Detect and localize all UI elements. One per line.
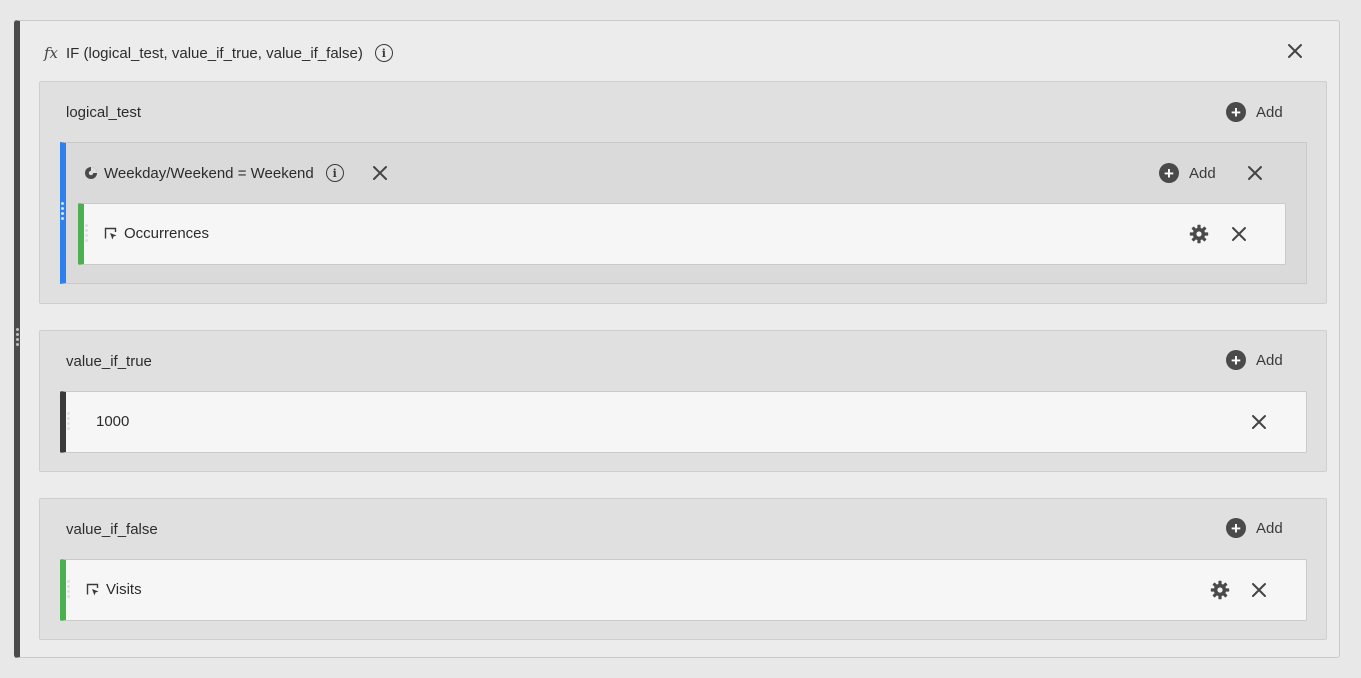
metric-drag-handle[interactable] [85, 224, 88, 242]
remove-segment-close-icon[interactable] [371, 164, 389, 182]
remove-function-close-icon[interactable] [1286, 42, 1304, 60]
add-button-value-if-false[interactable]: + Add [1226, 518, 1283, 538]
plus-circle-icon: + [1159, 163, 1179, 183]
add-button-segment[interactable]: + Add [1159, 163, 1216, 183]
info-icon[interactable]: i [374, 44, 393, 62]
metric-icon [104, 227, 117, 239]
add-button-logical-test[interactable]: + Add [1226, 102, 1283, 122]
segment-drag-handle[interactable] [61, 202, 64, 220]
arg-value-if-true: value_if_true + Add 1000 [39, 330, 1327, 472]
static-number-item[interactable]: 1000 [60, 391, 1307, 453]
segment-icon [85, 167, 97, 179]
gear-icon[interactable] [1210, 580, 1230, 600]
fx-icon: fx [44, 44, 59, 62]
static-number-value: 1000 [96, 413, 130, 430]
segment-info-icon[interactable]: i [325, 164, 344, 182]
arg-value-if-false: value_if_false + Add Visits [39, 498, 1327, 640]
metric-label: Visits [106, 581, 142, 598]
function-card: fx IF (logical_test, value_if_true, valu… [14, 20, 1340, 658]
segment-title: Weekday/Weekend = Weekend i [84, 164, 344, 182]
remove-metric-close-icon[interactable] [1230, 225, 1248, 243]
arg-label-value-if-true: value_if_true [66, 353, 152, 370]
gear-icon[interactable] [1189, 224, 1209, 244]
function-signature: IF (logical_test, value_if_true, value_i… [66, 44, 363, 62]
arg-logical-test: logical_test + Add Weekday/Weekend = Wee… [39, 81, 1327, 304]
metric-item-occurrences[interactable]: Occurrences [78, 203, 1286, 265]
arg-label-value-if-false: value_if_false [66, 521, 158, 538]
function-header: fx IF (logical_test, value_if_true, valu… [44, 41, 393, 65]
static-drag-handle[interactable] [67, 412, 70, 430]
metric-title: Occurrences [104, 225, 209, 242]
metric-title: Visits [86, 581, 142, 598]
segment-container: Weekday/Weekend = Weekend i + Add Occurr… [60, 142, 1307, 284]
arg-label-logical-test: logical_test [66, 104, 142, 121]
segment-label: Weekday/Weekend = Weekend [104, 164, 314, 182]
plus-circle-icon: + [1226, 518, 1246, 538]
remove-segment-right-close-icon[interactable] [1246, 164, 1264, 182]
metric-drag-handle[interactable] [67, 580, 70, 598]
remove-static-close-icon[interactable] [1250, 413, 1268, 431]
add-button-value-if-true[interactable]: + Add [1226, 350, 1283, 370]
metric-item-visits[interactable]: Visits [60, 559, 1307, 621]
metric-icon [86, 583, 99, 595]
function-drag-handle[interactable] [16, 328, 19, 346]
plus-circle-icon: + [1226, 350, 1246, 370]
remove-metric-close-icon[interactable] [1250, 581, 1268, 599]
plus-circle-icon: + [1226, 102, 1246, 122]
metric-label: Occurrences [124, 225, 210, 242]
